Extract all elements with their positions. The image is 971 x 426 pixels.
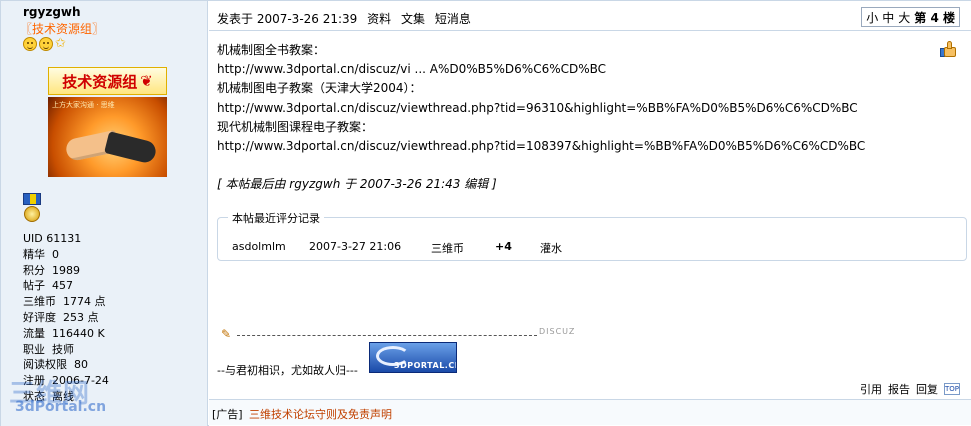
smiley-icon [23, 37, 37, 51]
user-rank-icons: ✩ [23, 37, 66, 51]
ad-bar: [广告] 三维技术论坛守则及免责声明 [209, 399, 971, 425]
edit-note: [ 本帖最后由 rgyzgwh 于 2007-3-26 21:43 编辑 ] [217, 177, 497, 191]
signature-separator: ✎ DISCUZ [221, 327, 601, 341]
quote-button[interactable]: 引用 [860, 381, 882, 397]
message-line: 现代机械制图课程电子教案： [217, 119, 374, 134]
message-body: 机械制图全书教案： http://www.3dportal.cn/discuz/… [217, 41, 865, 156]
reply-button[interactable]: 回复 [916, 381, 938, 397]
user-panel: rgyzgwh 〖技术资源组〗 ✩ 技术资源组 ❦ 上方大家沟通 · 思维 UI… [1, 1, 208, 426]
handshake-image: 上方大家沟通 · 思维 [48, 97, 167, 177]
rating-log: 本帖最近评分记录 asdolmlm 2007-3-27 21:06 三维币 +4… [217, 210, 967, 261]
stat-read-permission: 阅读权限 80 [23, 358, 88, 372]
post-content: 发表于 2007-3-26 21:39 资料 文集 短消息 小 中 大 第 4 … [209, 1, 971, 426]
report-button[interactable]: 报告 [888, 381, 910, 397]
rating-time: 2007-3-27 21:06 [309, 240, 402, 253]
rating-row: asdolmlm 2007-3-27 21:06 三维币 +4 灌水 [232, 240, 562, 256]
hand-shape [104, 131, 158, 165]
forum-post: rgyzgwh 〖技术资源组〗 ✩ 技术资源组 ❦ 上方大家沟通 · 思维 UI… [0, 0, 971, 426]
pencil-icon: ✎ [221, 327, 232, 341]
post-time: 发表于 2007-3-26 21:39 [217, 12, 358, 26]
post-header: 发表于 2007-3-26 21:39 资料 文集 短消息 小 中 大 第 4 … [209, 1, 971, 31]
rating-field: 三维币 [431, 242, 464, 255]
floor-number: 第 4 楼 [914, 10, 955, 25]
ad-link[interactable]: 三维技术论坛守则及免责声明 [249, 406, 392, 422]
username[interactable]: rgyzgwh [23, 5, 81, 19]
message-line: 机械制图全书教案： [217, 43, 326, 57]
avatar-banner: 技术资源组 ❦ [48, 67, 167, 95]
stat-rating: 好评度 253 点 [23, 310, 99, 324]
maple-leaf-icon: ❦ [140, 72, 153, 90]
thumbs-up-icon[interactable] [940, 41, 958, 57]
message-link[interactable]: http://www.3dportal.cn/discuz/viewthread… [217, 99, 865, 118]
stat-posts: 帖子 457 [23, 279, 73, 293]
post-meta: 发表于 2007-3-26 21:39 资料 文集 短消息 [217, 10, 477, 27]
message-link[interactable]: http://www.3dportal.cn/discuz/vi ... A%D… [217, 60, 865, 79]
stat-profession: 职业 技师 [23, 342, 74, 356]
message-line: 机械制图电子教案（天津大学2004）： [217, 81, 422, 96]
font-large-button[interactable]: 大 [898, 9, 910, 26]
user-group: 〖技术资源组〗 [20, 22, 105, 36]
stat-coins: 三维币 1774 点 [23, 295, 106, 309]
message-link[interactable]: http://www.3dportal.cn/discuz/viewthread… [217, 137, 865, 156]
stat-traffic: 流量 116440 K [23, 326, 105, 340]
profile-link[interactable]: 资料 [367, 12, 391, 26]
stat-uid: UID 61131 [23, 232, 82, 245]
rating-reason: 灌水 [540, 242, 562, 255]
dashed-divider [237, 335, 537, 336]
signature-logo-text: 3DPORTAL.CN [394, 361, 457, 370]
rating-value: +4 [495, 240, 512, 253]
rating-user[interactable]: asdolmlm [232, 240, 309, 256]
font-medium-button[interactable]: 中 [882, 9, 894, 26]
floor-box: 小 中 大 第 4 楼 [861, 7, 960, 27]
avatar-caption: 上方大家沟通 · 思维 [52, 101, 115, 109]
medal-ribbon [23, 193, 41, 205]
thumb-finger [947, 41, 952, 49]
rating-title: 本帖最近评分记录 [228, 210, 324, 226]
smiley-icon [39, 37, 53, 51]
signature-brand: DISCUZ [539, 327, 576, 336]
ad-label: [广告] [212, 408, 243, 421]
signature-logo[interactable]: 3DPORTAL.CN [369, 342, 457, 373]
avatar-banner-text: 技术资源组 [62, 72, 138, 91]
stat-credits: 积分 1989 [23, 263, 80, 277]
top-icon[interactable]: TOP [944, 383, 960, 395]
message-link[interactable]: 短消息 [435, 12, 471, 26]
site-watermark-url: 3dPortal.cn [15, 399, 107, 415]
font-small-button[interactable]: 小 [866, 9, 878, 26]
medal-icon [23, 193, 41, 223]
stat-digest: 精华 0 [23, 247, 59, 261]
signature-text: --与君初相识，尤如故人归--- [217, 364, 358, 377]
star-icon: ✩ [55, 36, 66, 51]
post-actions: 引用 报告 回复 TOP [860, 381, 960, 397]
medal-coin [24, 206, 40, 222]
collection-link[interactable]: 文集 [401, 12, 425, 26]
avatar: 技术资源组 ❦ 上方大家沟通 · 思维 [48, 67, 167, 177]
